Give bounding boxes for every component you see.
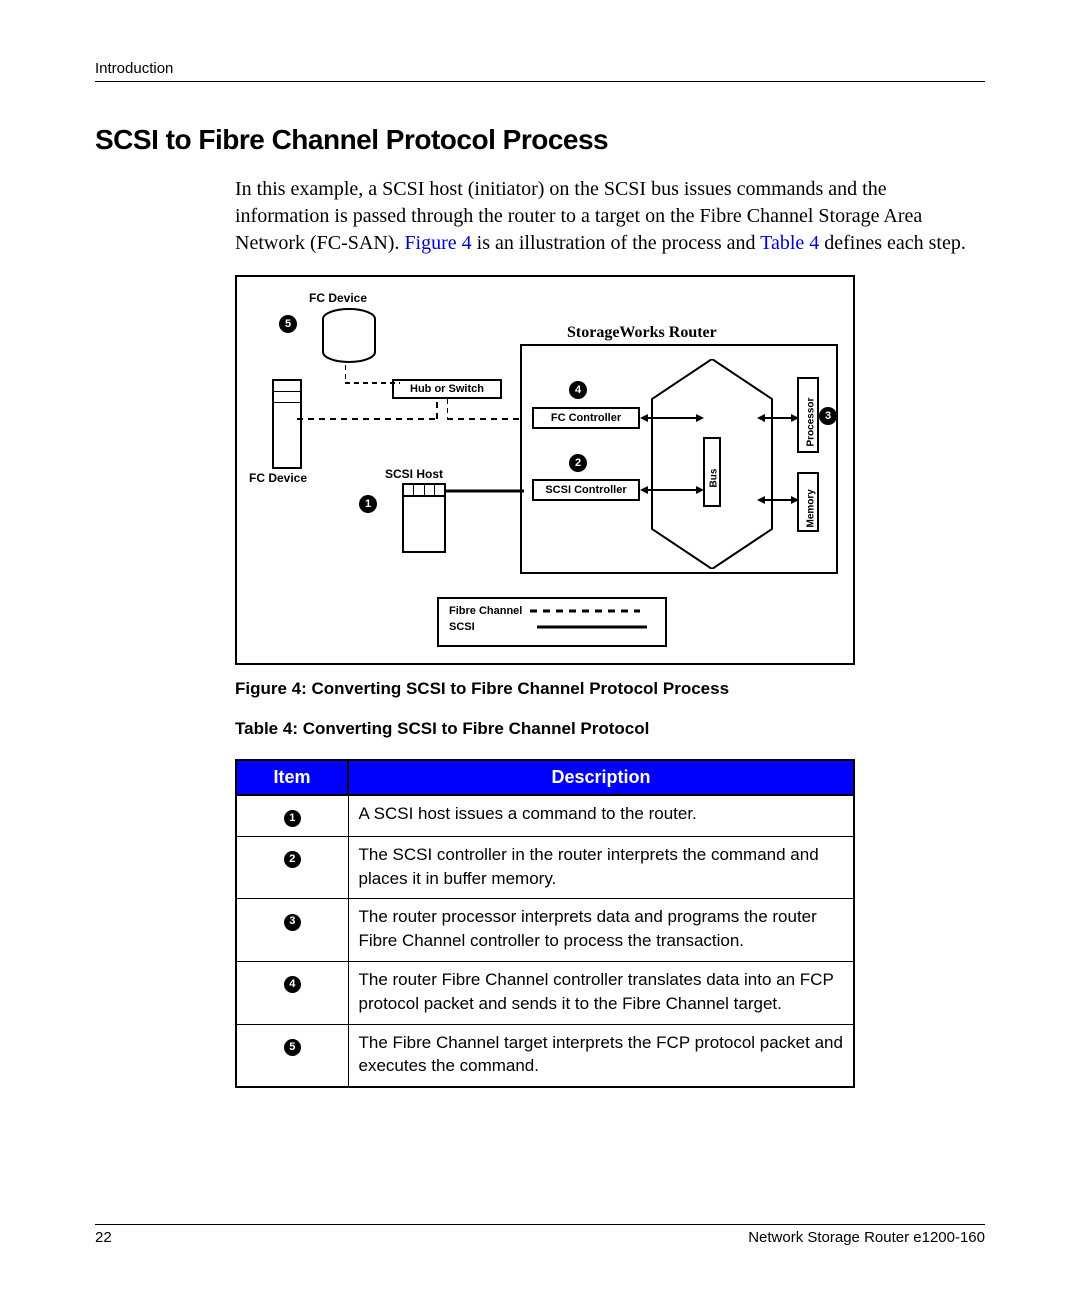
item-desc: The SCSI controller in the router interp… (348, 836, 854, 899)
processor-box: Processor (797, 377, 819, 453)
col-header-item: Item (236, 760, 348, 795)
table-row: 5 The Fibre Channel target interprets th… (236, 1024, 854, 1087)
scsi-controller-box: SCSI Controller (532, 479, 640, 501)
bus-shape-icon (642, 359, 782, 569)
fc-device-rack-icon (272, 379, 302, 469)
callout-3: 3 (819, 407, 837, 425)
callout-2: 2 (569, 454, 587, 472)
dashed-connector-icon (297, 399, 447, 429)
table-row: 3 The router processor interprets data a… (236, 899, 854, 962)
page-footer: 22 Network Storage Router e1200-160 (95, 1224, 985, 1246)
page-number: 22 (95, 1229, 112, 1246)
memory-label: Memory (806, 476, 817, 528)
legend-box: Fibre Channel SCSI (437, 597, 667, 647)
fc-controller-box: FC Controller (532, 407, 640, 429)
dashed-connector-icon (345, 365, 405, 385)
cylinder-icon (319, 307, 379, 367)
figure-ref-link[interactable]: Figure 4 (404, 232, 471, 254)
col-header-desc: Description (348, 760, 854, 795)
fc-device-left-label: FC Device (249, 471, 307, 485)
double-arrow-icon (757, 493, 799, 507)
section-title: SCSI to Fibre Channel Protocol Process (95, 124, 985, 156)
table-row: 1 A SCSI host issues a command to the ro… (236, 795, 854, 836)
router-label: StorageWorks Router (567, 324, 717, 342)
scsi-host-icon (402, 483, 446, 553)
item-num: 2 (284, 851, 301, 868)
double-arrow-icon (757, 411, 799, 425)
para-text: defines each step. (819, 232, 966, 254)
item-desc: The router processor interprets data and… (348, 899, 854, 962)
fc-device-top-label: FC Device (309, 291, 367, 305)
figure-caption: Figure 4: Converting SCSI to Fibre Chann… (235, 679, 855, 699)
memory-box: Memory (797, 472, 819, 532)
para-text: is an illustration of the process and (472, 232, 760, 254)
item-num: 5 (284, 1039, 301, 1056)
double-arrow-icon (640, 411, 705, 425)
legend-scsi-label: SCSI (449, 621, 529, 633)
doc-title: Network Storage Router e1200-160 (748, 1229, 985, 1246)
figure-diagram: FC Device 5 Hub or Switch F (235, 275, 855, 665)
double-arrow-icon (640, 483, 705, 497)
callout-5: 5 (279, 315, 297, 333)
table-row: 4 The router Fibre Channel controller tr… (236, 961, 854, 1024)
running-header: Introduction (95, 60, 985, 82)
item-num: 1 (284, 810, 301, 827)
table-ref-link[interactable]: Table 4 (760, 232, 819, 254)
callout-4: 4 (569, 381, 587, 399)
legend-fc-label: Fibre Channel (449, 605, 522, 617)
table-caption: Table 4: Converting SCSI to Fibre Channe… (235, 719, 855, 739)
solid-line-icon (537, 624, 647, 630)
scsi-host-label: SCSI Host (385, 467, 443, 481)
dashed-line-icon (530, 608, 640, 614)
table-row: 2 The SCSI controller in the router inte… (236, 836, 854, 899)
item-num: 4 (284, 976, 301, 993)
callout-1: 1 (359, 495, 377, 513)
figure-4: FC Device 5 Hub or Switch F (235, 275, 855, 699)
item-desc: A SCSI host issues a command to the rout… (348, 795, 854, 836)
item-desc: The router Fibre Channel controller tran… (348, 961, 854, 1024)
dashed-connector-icon (447, 399, 527, 424)
processor-label: Processor (806, 383, 817, 447)
item-num: 3 (284, 914, 301, 931)
protocol-table: Item Description 1 A SCSI host issues a … (235, 759, 855, 1088)
intro-paragraph: In this example, a SCSI host (initiator)… (235, 176, 985, 257)
table-4: Table 4: Converting SCSI to Fibre Channe… (235, 719, 855, 1088)
hub-switch-box: Hub or Switch (392, 379, 502, 399)
item-desc: The Fibre Channel target interprets the … (348, 1024, 854, 1087)
solid-connector-icon (446, 487, 526, 495)
